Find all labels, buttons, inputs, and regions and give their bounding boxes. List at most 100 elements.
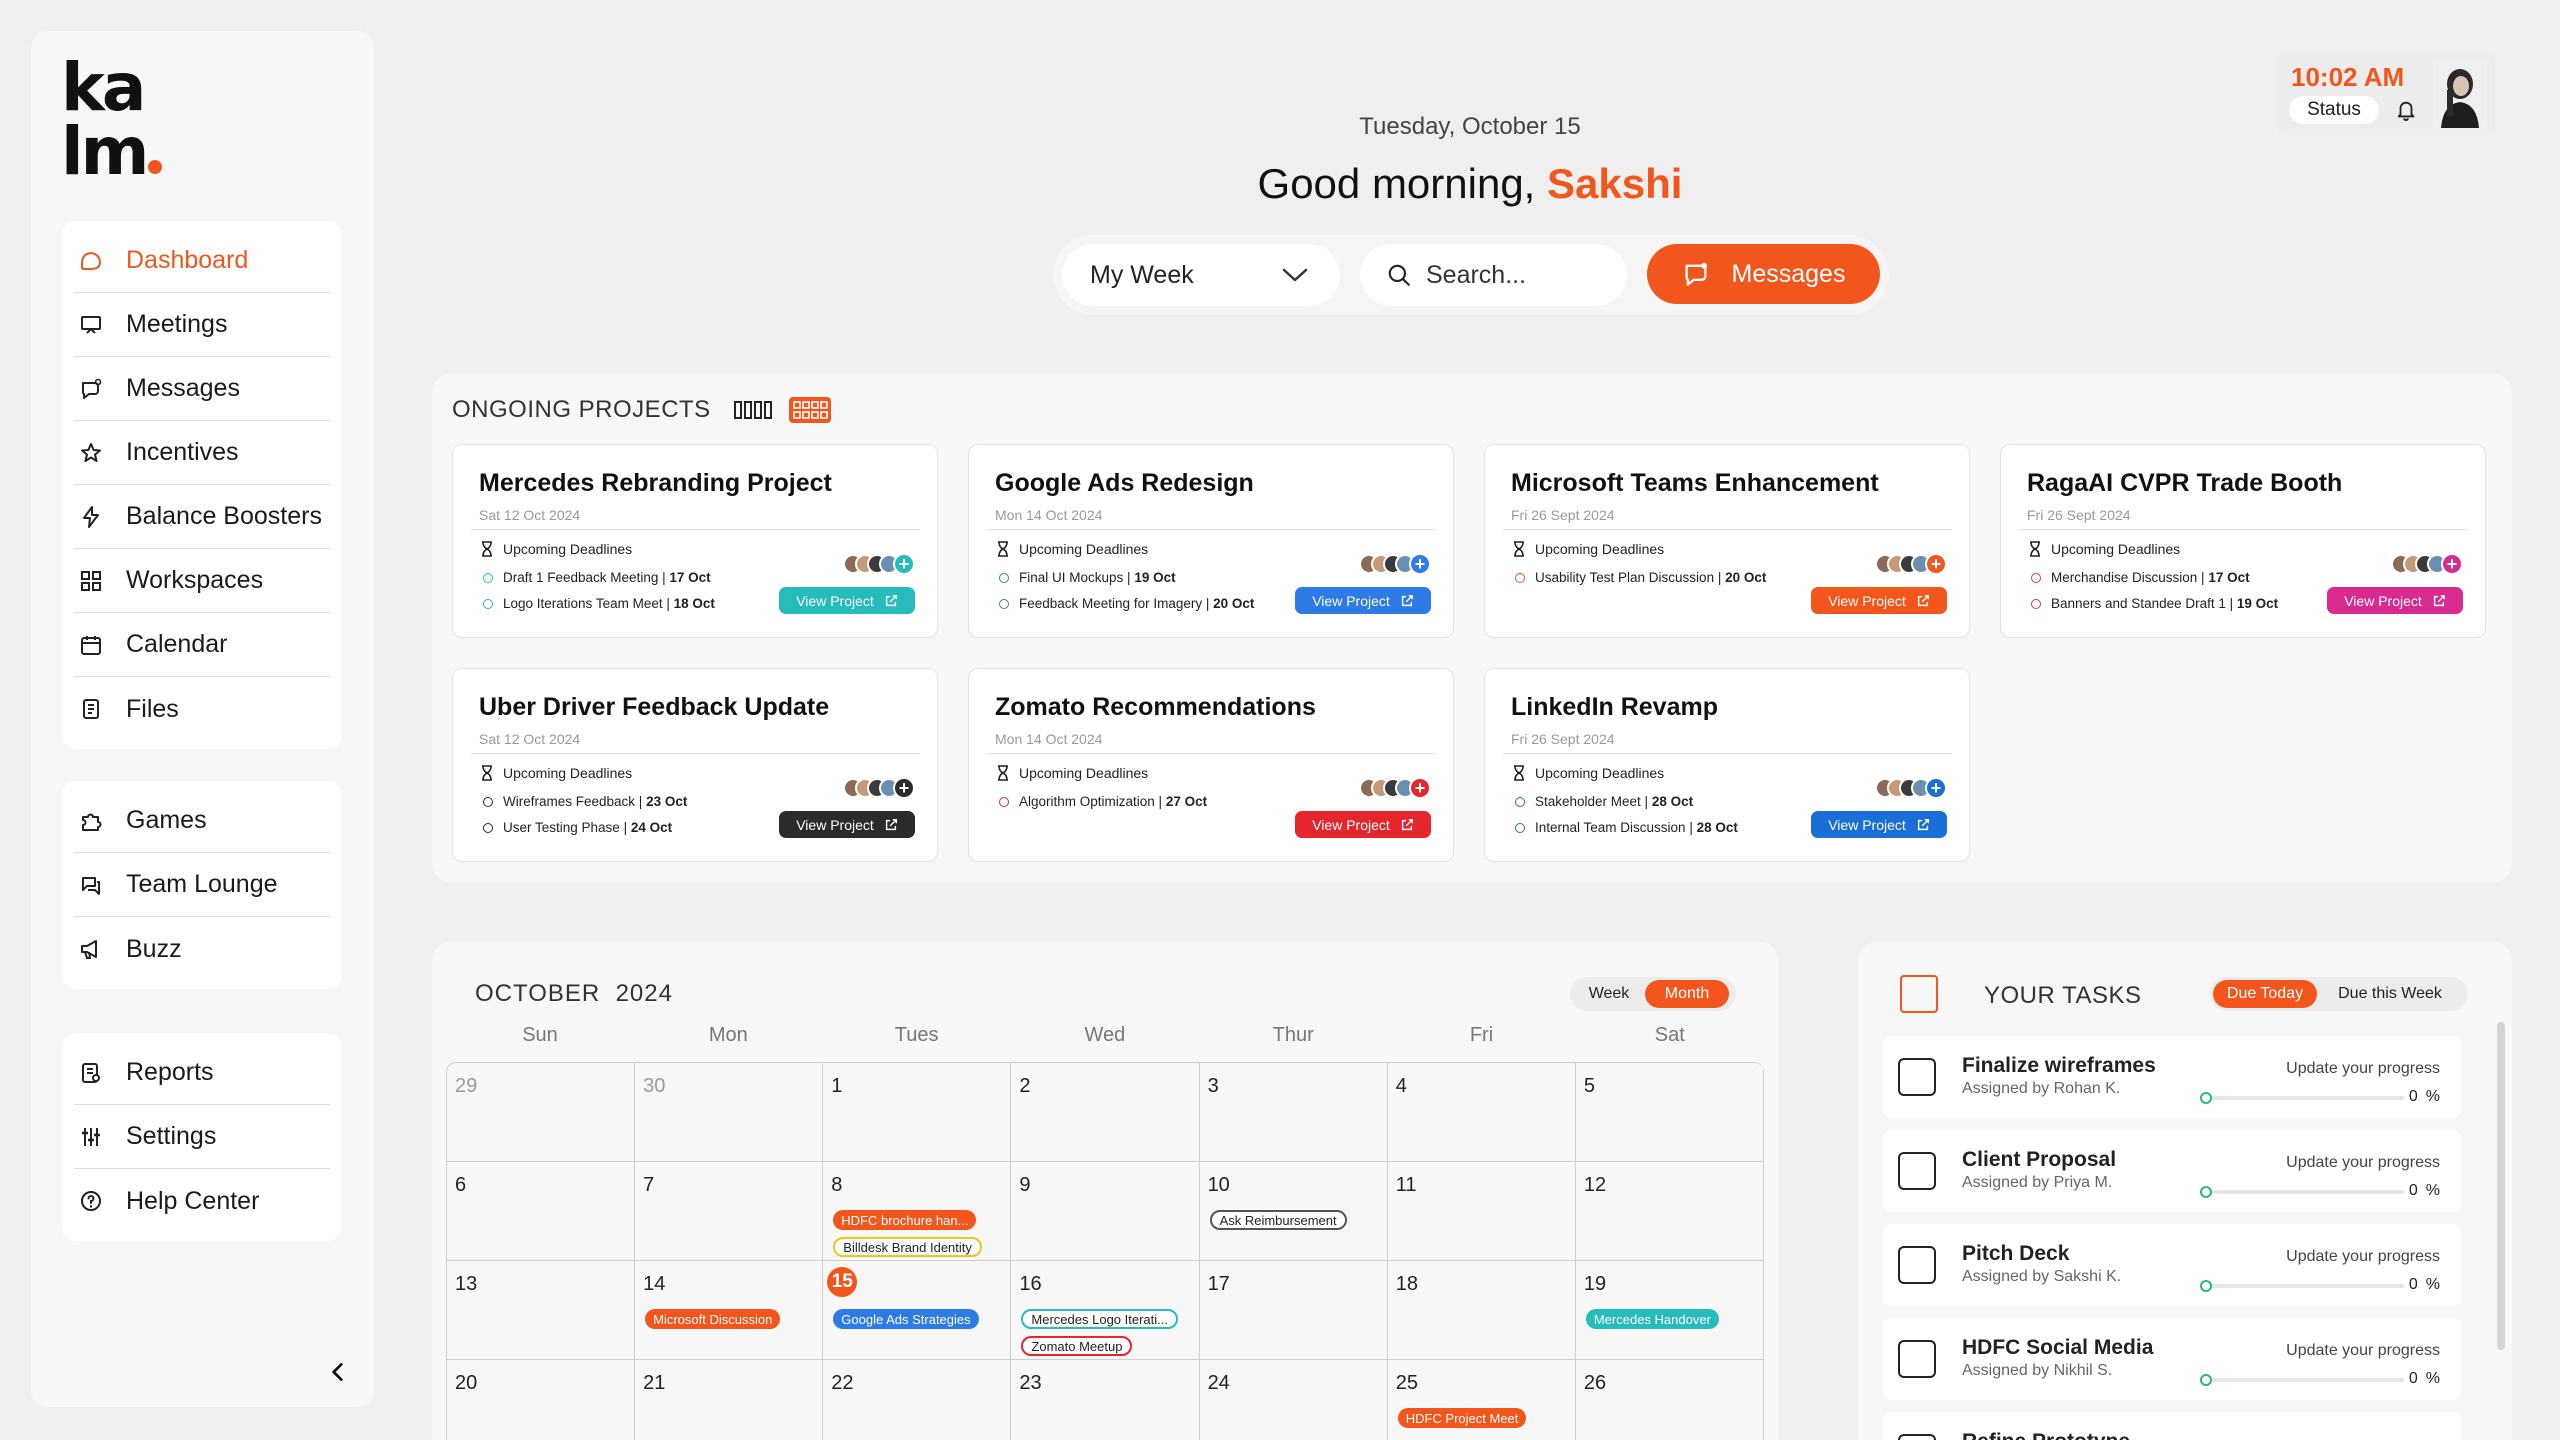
due-this-week-option[interactable]: Due this Week	[2317, 980, 2463, 1008]
project-card[interactable]: LinkedIn Revamp Fri 26 Sept 2024 Upcoming…	[1484, 668, 1970, 862]
user-avatar[interactable]	[2433, 60, 2487, 128]
calendar-day-cell[interactable]: 19 Mercedes Handover	[1575, 1261, 1764, 1360]
calendar-day-cell[interactable]: 22	[823, 1360, 1012, 1440]
calendar-day-cell[interactable]: 12	[1575, 1162, 1764, 1261]
project-card[interactable]: RagaAI CVPR Trade Booth Fri 26 Sept 2024 …	[2000, 444, 2486, 638]
task-checkbox[interactable]	[1898, 1058, 1936, 1096]
calendar-event[interactable]: Mercedes Logo Iterati...	[1021, 1309, 1178, 1329]
view-project-button[interactable]: View Project	[1295, 811, 1431, 838]
bell-icon[interactable]	[2395, 98, 2417, 122]
calendar-day-cell[interactable]: 13	[447, 1261, 636, 1360]
calendar-day-cell[interactable]: 29	[447, 1063, 636, 1162]
calendar-day-cell[interactable]: 3	[1199, 1063, 1388, 1162]
calendar-event[interactable]: Mercedes Handover	[1585, 1309, 1719, 1329]
task-checkbox[interactable]	[1898, 1434, 1936, 1440]
calendar-day-cell[interactable]: 5	[1575, 1063, 1764, 1162]
add-member-icon[interactable]: +	[1925, 553, 1947, 575]
team-avatars[interactable]: +	[1359, 553, 1431, 575]
calendar-day-cell[interactable]: 10 Ask Reimbursement	[1199, 1162, 1388, 1261]
progress-slider[interactable]	[2200, 1280, 2212, 1292]
add-member-icon[interactable]: +	[1925, 777, 1947, 799]
nav-item-files[interactable]: Files	[74, 677, 330, 741]
calendar-day-cell[interactable]: 8 HDFC brochure han... Billdesk Brand Iden…	[823, 1162, 1012, 1261]
due-today-option[interactable]: Due Today	[2213, 980, 2317, 1008]
nav-item-balance-boosters[interactable]: Balance Boosters	[74, 485, 330, 549]
tasks-select-all-checkbox[interactable]	[1900, 975, 1938, 1013]
team-avatars[interactable]: +	[2391, 553, 2463, 575]
calendar-week-option[interactable]: Week	[1573, 980, 1645, 1008]
task-checkbox[interactable]	[1898, 1340, 1936, 1378]
calendar-event[interactable]: Ask Reimbursement	[1209, 1210, 1347, 1230]
add-member-icon[interactable]: +	[1409, 777, 1431, 799]
view-project-button[interactable]: View Project	[779, 811, 915, 838]
project-card[interactable]: Mercedes Rebranding Project Sat 12 Oct 20…	[452, 444, 938, 638]
nav-item-settings[interactable]: Settings	[74, 1105, 330, 1169]
add-member-icon[interactable]: +	[893, 777, 915, 799]
kalm-logo[interactable]: ka lm	[61, 55, 163, 185]
calendar-day-cell[interactable]: 9	[1011, 1162, 1200, 1261]
calendar-day-cell[interactable]: 16 Mercedes Logo Iterati... Zomato Meetup	[1011, 1261, 1200, 1360]
task-row[interactable]: HDFC Social Media Assigned by Nikhil S. U…	[1882, 1318, 2462, 1400]
calendar-event[interactable]: Microsoft Discussion	[645, 1309, 781, 1329]
project-card[interactable]: Google Ads Redesign Mon 14 Oct 2024 Upcom…	[968, 444, 1454, 638]
task-row[interactable]: Refine Prototype	[1882, 1412, 2462, 1440]
calendar-day-cell[interactable]: 15 Google Ads Strategies	[823, 1261, 1012, 1360]
team-avatars[interactable]: +	[843, 553, 915, 575]
view-project-button[interactable]: View Project	[1811, 811, 1947, 838]
project-card[interactable]: Uber Driver Feedback Update Sat 12 Oct 20…	[452, 668, 938, 862]
nav-item-messages[interactable]: Messages	[74, 357, 330, 421]
view-project-button[interactable]: View Project	[1811, 587, 1947, 614]
view-project-button[interactable]: View Project	[1295, 587, 1431, 614]
calendar-day-cell[interactable]: 4	[1387, 1063, 1576, 1162]
task-row[interactable]: Pitch Deck Assigned by Sakshi K. Update y…	[1882, 1224, 2462, 1306]
nav-item-games[interactable]: Games	[74, 789, 330, 853]
nav-item-meetings[interactable]: Meetings	[74, 293, 330, 357]
calendar-day-cell[interactable]: 6	[447, 1162, 636, 1261]
grid-view-icon[interactable]	[788, 396, 832, 424]
calendar-day-cell[interactable]: 7	[635, 1162, 824, 1261]
team-avatars[interactable]: +	[1875, 553, 1947, 575]
add-member-icon[interactable]: +	[2441, 553, 2463, 575]
add-member-icon[interactable]: +	[893, 553, 915, 575]
calendar-day-cell[interactable]: 20	[447, 1360, 636, 1440]
calendar-day-cell[interactable]: 24	[1200, 1360, 1388, 1440]
project-card[interactable]: Microsoft Teams Enhancement Fri 26 Sept 2…	[1484, 444, 1970, 638]
team-avatars[interactable]: +	[843, 777, 915, 799]
task-row[interactable]: Client Proposal Assigned by Priya M. Upda…	[1882, 1130, 2462, 1212]
project-card[interactable]: Zomato Recommendations Mon 14 Oct 2024 Up…	[968, 668, 1454, 862]
week-select[interactable]: My Week	[1062, 244, 1340, 306]
task-checkbox[interactable]	[1898, 1246, 1936, 1284]
nav-item-workspaces[interactable]: Workspaces	[74, 549, 330, 613]
task-row[interactable]: Finalize wireframes Assigned by Rohan K.…	[1882, 1036, 2462, 1118]
calendar-day-cell[interactable]: 11	[1387, 1162, 1576, 1261]
tasks-scrollbar[interactable]	[2497, 1022, 2505, 1350]
calendar-day-cell[interactable]: 18	[1387, 1261, 1576, 1360]
progress-slider[interactable]	[2200, 1374, 2212, 1386]
nav-item-incentives[interactable]: Incentives	[74, 421, 330, 485]
nav-item-team-lounge[interactable]: Team Lounge	[74, 853, 330, 917]
calendar-event[interactable]: Google Ads Strategies	[833, 1309, 979, 1329]
calendar-event[interactable]: Zomato Meetup	[1021, 1336, 1133, 1356]
calendar-event[interactable]: HDFC Project Meet	[1397, 1408, 1527, 1428]
team-avatars[interactable]: +	[1359, 777, 1431, 799]
nav-item-calendar[interactable]: Calendar	[74, 613, 330, 677]
nav-item-dashboard[interactable]: Dashboard	[74, 229, 330, 293]
nav-item-help-center[interactable]: Help Center	[74, 1169, 330, 1233]
nav-item-buzz[interactable]: Buzz	[74, 917, 330, 981]
calendar-month-option[interactable]: Month	[1645, 980, 1729, 1008]
calendar-day-cell[interactable]: 25 HDFC Project Meet	[1388, 1360, 1576, 1440]
collapse-sidebar-icon[interactable]	[325, 1359, 351, 1385]
calendar-day-cell[interactable]: 1	[823, 1063, 1012, 1162]
calendar-day-cell[interactable]: 21	[635, 1360, 824, 1440]
list-view-icon[interactable]	[734, 400, 772, 420]
calendar-day-cell[interactable]: 17	[1199, 1261, 1388, 1360]
calendar-day-cell[interactable]: 2	[1011, 1063, 1200, 1162]
task-checkbox[interactable]	[1898, 1152, 1936, 1190]
add-member-icon[interactable]: +	[1409, 553, 1431, 575]
view-project-button[interactable]: View Project	[779, 587, 915, 614]
team-avatars[interactable]: +	[1875, 777, 1947, 799]
calendar-day-cell[interactable]: 23	[1011, 1360, 1200, 1440]
view-project-button[interactable]: View Project	[2327, 587, 2463, 614]
messages-button[interactable]: Messages	[1647, 244, 1880, 304]
nav-item-reports[interactable]: Reports	[74, 1041, 330, 1105]
